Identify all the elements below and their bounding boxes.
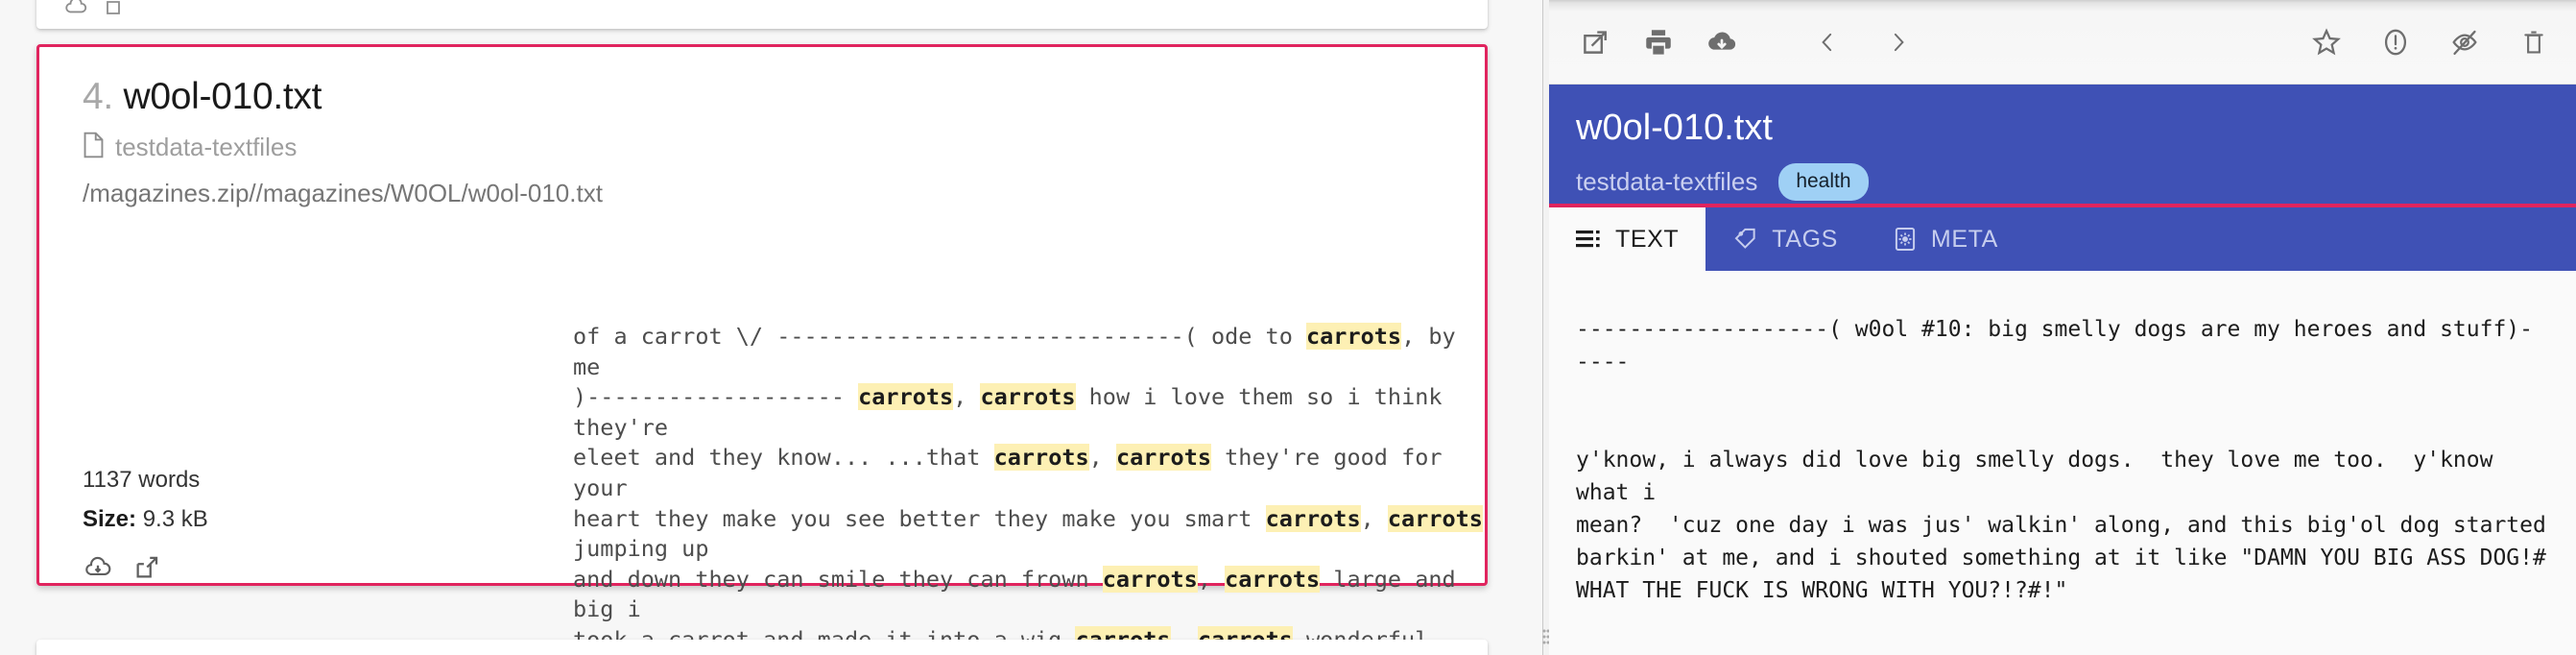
detail-header: w0ol-010.txt testdata-textfiles health [1549, 85, 2576, 207]
app-root: 4. w0ol-010.txt testdata-textfiles /maga… [0, 0, 2576, 655]
pane-resize-divider[interactable] [1542, 0, 1550, 655]
tag-icon [1732, 226, 1759, 253]
snippet-highlight: carrots [993, 444, 1089, 472]
document-detail-pane: w0ol-010.txt testdata-textfiles health T… [1549, 0, 2576, 655]
result-collection-label: testdata-textfiles [115, 133, 298, 161]
result-size-value: 9.3 kB [142, 506, 208, 532]
result-collection[interactable]: testdata-textfiles [83, 132, 297, 163]
cloud-download-icon[interactable] [1701, 21, 1743, 63]
result-snippet: of a carrot \/ -------------------------… [573, 322, 1485, 655]
tab-meta[interactable]: META [1865, 207, 2025, 271]
print-icon[interactable] [1637, 21, 1680, 63]
star-outline-icon[interactable] [2305, 21, 2348, 63]
result-word-count: 1137 words [83, 467, 201, 493]
card-actions [83, 552, 161, 588]
result-card-previous[interactable] [36, 0, 1488, 29]
detail-tab-bar: TEXT TAGS META [1549, 207, 2576, 271]
cloud-download-icon[interactable] [63, 0, 88, 24]
tab-text[interactable]: TEXT [1549, 207, 1706, 271]
result-size: Size: 9.3 kB [83, 506, 208, 533]
detail-collection-label: testdata-textfiles [1576, 167, 1758, 196]
result-card-selected[interactable]: 4. w0ol-010.txt testdata-textfiles /maga… [36, 44, 1488, 653]
open-external-icon[interactable] [132, 553, 161, 587]
tab-tags[interactable]: TAGS [1705, 207, 1865, 271]
cloud-download-icon[interactable] [83, 552, 113, 588]
result-path[interactable]: /magazines.zip//magazines/W0OL/w0ol-010.… [83, 179, 603, 208]
open-external-icon[interactable] [104, 0, 127, 24]
result-size-label: Size: [83, 506, 137, 532]
snippet-highlight: carrots [1225, 565, 1321, 593]
text-lines-icon [1576, 229, 1603, 250]
detail-subheader: testdata-textfiles health [1576, 163, 2576, 201]
result-rank: 4. [83, 76, 113, 117]
search-results-pane[interactable]: 4. w0ol-010.txt testdata-textfiles /maga… [0, 0, 1542, 655]
snippet-highlight: carrots [1115, 444, 1211, 472]
toolbar-group-nav [1806, 0, 1920, 85]
detail-text-body[interactable]: -------------------( w0ol #10: big smell… [1549, 271, 2576, 655]
eye-off-icon[interactable] [2444, 21, 2486, 63]
toolbar-group-right [2305, 0, 2555, 85]
exclamation-circle-icon[interactable] [2374, 21, 2417, 63]
tab-tags-label: TAGS [1772, 225, 1838, 253]
chevron-left-icon[interactable] [1806, 21, 1849, 63]
result-title[interactable]: 4. w0ol-010.txt [83, 76, 322, 118]
snippet-highlight: carrots [1265, 504, 1361, 532]
detail-document-title: w0ol-010.txt [1576, 108, 1773, 148]
document-text-content: -------------------( w0ol #10: big smell… [1576, 317, 2546, 603]
snippet-highlight: carrots [1102, 565, 1198, 593]
card-actions [63, 0, 127, 24]
result-filename[interactable]: w0ol-010.txt [123, 76, 322, 117]
detail-toolbar [1549, 0, 2576, 85]
snippet-highlight: carrots [980, 383, 1076, 411]
open-external-icon[interactable] [1574, 21, 1616, 63]
snippet-highlight: carrots [858, 383, 954, 411]
result-card-next[interactable] [36, 640, 1488, 655]
status-badge-tag[interactable]: health [1778, 163, 1869, 201]
chevron-right-icon[interactable] [1877, 21, 1920, 63]
snippet-highlight: carrots [1387, 504, 1483, 532]
tab-meta-label: META [1930, 225, 1998, 253]
snippet-highlight: carrots [1306, 323, 1402, 350]
toolbar-group-left [1574, 0, 1743, 85]
trash-icon[interactable] [2513, 21, 2555, 63]
tab-text-label: TEXT [1615, 225, 1680, 253]
file-document-icon [83, 132, 105, 163]
gear-box-icon [1892, 226, 1919, 253]
